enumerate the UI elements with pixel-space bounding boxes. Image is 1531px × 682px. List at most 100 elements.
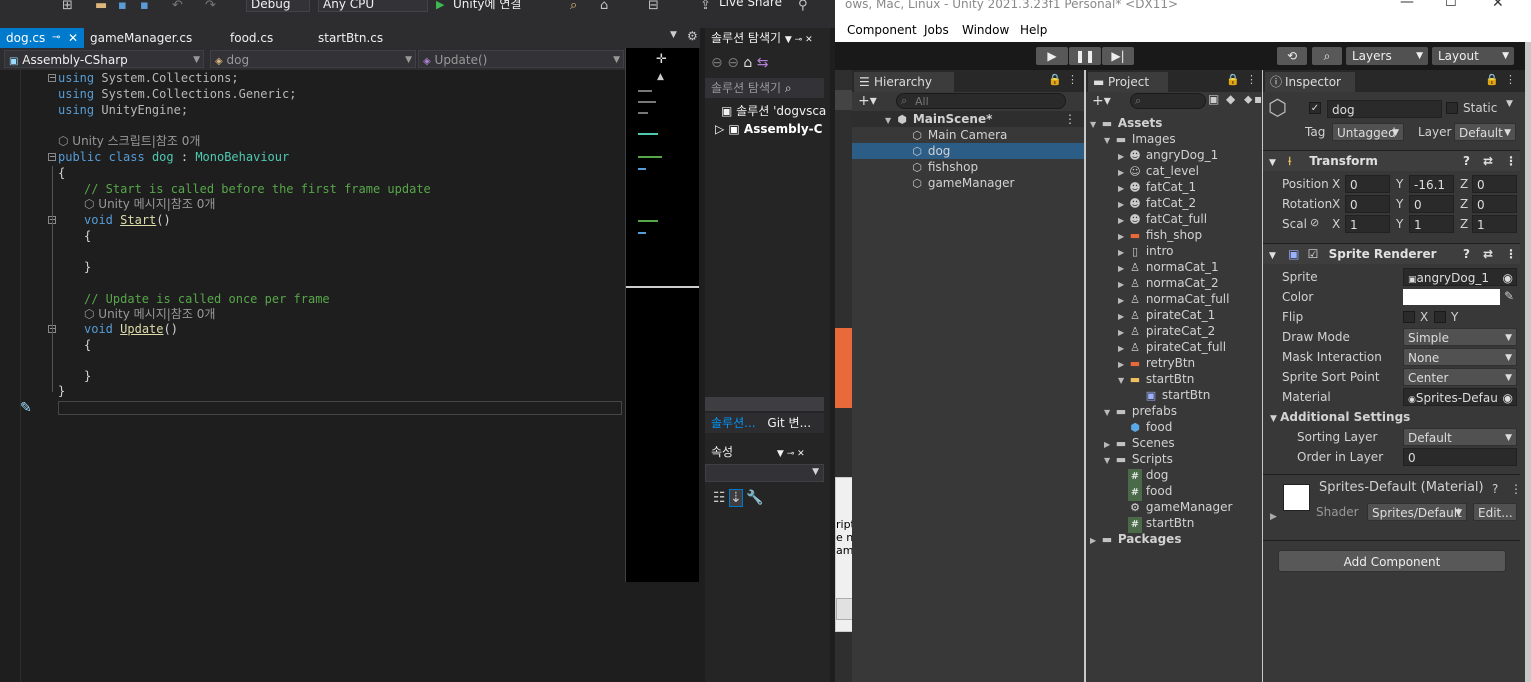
codelens-class[interactable]: ⬡ Unity 스크립트|참조 0개 [58, 133, 200, 149]
folder-assets[interactable]: ▼ ▬ Assets [1090, 115, 1162, 131]
minimize-icon[interactable]: — [1400, 0, 1414, 10]
project-item[interactable]: ▷ ▣ Assembly-C [715, 120, 822, 138]
asset-item[interactable]: ▶ ☻ fatCat_full [1118, 211, 1207, 227]
object-picker-icon[interactable]: ◉ [1503, 389, 1513, 407]
scale-y-input[interactable]: 1 [1409, 215, 1454, 233]
folder-prefabs[interactable]: ▼ ▬ prefabs [1104, 403, 1177, 419]
menu-window[interactable]: Window [962, 23, 1009, 37]
step-button[interactable]: ▶| [1102, 47, 1134, 65]
object-name-input[interactable]: dog [1327, 100, 1442, 118]
lock-icon[interactable]: 🔒 [1485, 73, 1499, 86]
config-dropdown[interactable]: Debug [246, 0, 310, 12]
solution-item[interactable]: ▣ 솔루션 'dogvsca [721, 102, 826, 120]
code-editor[interactable]: − − − − using System.Collections; using … [0, 70, 625, 682]
chevron-down-icon[interactable]: ▼ [1506, 99, 1513, 109]
axis-x-label[interactable]: X [1332, 175, 1340, 193]
asset-item[interactable]: ▶ ▬ retryBtn [1118, 355, 1195, 371]
bookmark-icon[interactable]: ⊟ [648, 0, 659, 13]
hierarchy-item[interactable]: ⬡ gameManager [852, 175, 1084, 191]
help-icon[interactable]: ? [1492, 482, 1498, 496]
home-icon[interactable]: ⌂ [600, 0, 608, 13]
play-icon[interactable]: ▶ [436, 0, 444, 11]
rotation-z-input[interactable]: 0 [1472, 195, 1517, 213]
color-swatch[interactable] [1403, 289, 1500, 305]
add-object-button[interactable]: +▾ [858, 93, 877, 109]
close-icon[interactable]: ✕ [1492, 0, 1504, 11]
scene-view-tab[interactable] [835, 90, 852, 110]
kebab-menu-icon[interactable]: ⋮ [1505, 73, 1516, 86]
platform-dropdown[interactable]: Any CPU [318, 0, 428, 12]
tab-food-cs[interactable]: food.cs [224, 28, 312, 48]
open-folder-icon[interactable]: ▬ [95, 0, 107, 13]
draw-mode-dropdown[interactable]: Simple ▼ [1403, 328, 1517, 346]
flip-y-checkbox[interactable] [1434, 311, 1446, 323]
save-icon[interactable]: ▪ [118, 0, 127, 13]
kebab-menu-icon[interactable]: ⋮ [1067, 73, 1078, 86]
asset-item[interactable]: ▶ ☺ cat_level [1118, 163, 1199, 179]
scroll-up-icon[interactable]: ▲ [657, 72, 664, 82]
expand-triangle-icon[interactable]: ▼ [1104, 133, 1114, 149]
settings-gear-icon[interactable]: ⚙ [687, 29, 698, 43]
expand-triangle-icon[interactable]: ▶ [1270, 512, 1277, 522]
member-dropdown[interactable]: ◈ Update() ▼ [418, 50, 624, 68]
redo-icon[interactable]: ↷ [205, 0, 216, 13]
eyedropper-icon[interactable]: ✎ [1504, 289, 1514, 303]
asset-item[interactable]: ▶ ♙ pirateCat_2 [1118, 323, 1215, 339]
sprite-renderer-header[interactable]: ▼ ▣ ☑ Sprite Renderer ? ⇄ ⋮ [1263, 243, 1520, 264]
tab-startbtn-cs[interactable]: startBtn.cs [312, 28, 412, 48]
filter-icon[interactable]: ▣ [1208, 92, 1219, 106]
asset-item[interactable]: ▶ ♙ pirateCat_full [1118, 339, 1226, 355]
tab-project[interactable]: ▬ Project [1088, 72, 1168, 92]
sprite-object-field[interactable]: ▣angryDog_1 ◉ [1403, 268, 1517, 286]
sort-point-dropdown[interactable]: Center ▼ [1403, 368, 1517, 386]
expand-triangle-icon[interactable]: ▼ [1104, 405, 1114, 421]
wrench-icon[interactable]: 🔧 [746, 490, 763, 506]
additional-settings-foldout[interactable]: ▼ Additional Settings [1270, 408, 1410, 426]
asset-item[interactable]: ▶ ☻ angryDog_1 [1118, 147, 1218, 163]
lock-icon[interactable]: 🔒 [1048, 73, 1062, 86]
asset-item[interactable]: ▼ ▬ startBtn [1118, 371, 1194, 387]
asset-item[interactable]: ▶ ♙ pirateCat_1 [1118, 307, 1215, 323]
tab-dog-cs[interactable]: dog.cs ⊸ ✕ [0, 28, 84, 48]
layout-dropdown[interactable]: Layout ▼ [1432, 47, 1514, 65]
scale-z-input[interactable]: 1 [1472, 215, 1517, 233]
material-object-field[interactable]: ◉Sprites-Defau ◉ [1403, 388, 1517, 406]
axis-x-label[interactable]: X [1332, 215, 1340, 233]
asset-item[interactable]: ▶ ▬ fish_shop [1118, 227, 1202, 243]
solution-search-input[interactable]: 솔루션 탐색기 ⌕ [705, 78, 824, 98]
axis-z-label[interactable]: Z [1460, 175, 1468, 193]
static-checkbox[interactable] [1446, 102, 1458, 114]
object-picker-icon[interactable]: ◉ [1503, 269, 1513, 287]
save-all-icon[interactable]: ▪ [140, 0, 149, 13]
hierarchy-search-input[interactable]: ⌕ All [896, 93, 1066, 109]
forward-icon[interactable]: ⊖ [727, 55, 739, 71]
tag-dropdown[interactable]: Untagged ▼ [1332, 123, 1404, 141]
order-in-layer-input[interactable]: 0 [1403, 448, 1517, 466]
asset-item[interactable]: ▶ ♙ normaCat_2 [1118, 275, 1219, 291]
fold-toggle[interactable]: − [48, 153, 56, 161]
tab-inspector[interactable]: ⓘ Inspector [1265, 72, 1355, 92]
kebab-menu-icon[interactable]: ⋮ [1505, 151, 1517, 171]
history-button[interactable]: ⟲ [1277, 47, 1307, 65]
presets-icon[interactable]: ⇄ [1483, 244, 1493, 264]
asset-item[interactable]: # startBtn [1128, 515, 1194, 533]
add-component-button[interactable]: Add Component [1278, 550, 1506, 572]
hierarchy-item-selected[interactable]: ⬡ dog [852, 143, 1084, 159]
presets-icon[interactable]: ⇄ [1483, 151, 1493, 171]
asset-item[interactable]: ▶ ☻ fatCat_1 [1118, 179, 1196, 195]
axis-y-label[interactable]: Y [1396, 195, 1403, 213]
asset-item[interactable]: # dog [1128, 467, 1168, 485]
search-button[interactable]: ⌕ [1312, 47, 1342, 65]
scale-x-input[interactable]: 1 [1345, 215, 1390, 233]
maximize-icon[interactable]: ☐ [1445, 0, 1457, 10]
kebab-menu-icon[interactable]: ⋮ [1505, 244, 1517, 264]
expand-triangle-icon[interactable]: ▶ [1090, 533, 1100, 549]
quick-actions-brush-icon[interactable]: ✎ [20, 400, 32, 416]
scene-item[interactable]: ▼ ⬢ MainScene* ⋮ [852, 111, 1084, 127]
position-x-input[interactable]: 0 [1345, 175, 1390, 193]
layer-dropdown[interactable]: Default ▼ [1454, 123, 1516, 141]
create-asset-button[interactable]: +▾ [1092, 93, 1111, 109]
account-icon[interactable]: ⚲ [798, 0, 808, 13]
tab-solution[interactable]: 솔루션... [705, 416, 756, 430]
axis-y-label[interactable]: Y [1396, 175, 1403, 193]
